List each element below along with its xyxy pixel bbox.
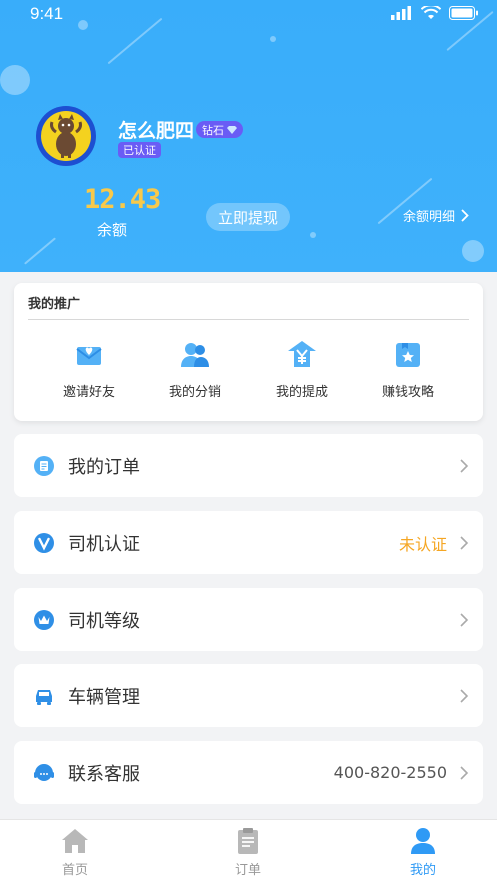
invite-envelope-icon	[76, 347, 102, 365]
tab-orders[interactable]: 订单	[198, 826, 298, 878]
profile-header: 9:41 怎么肥四 钻石 已认证 12.43 余额 立即提现 余额明细	[0, 0, 497, 272]
withdraw-button[interactable]: 立即提现	[206, 203, 290, 231]
tab-label: 我的	[409, 863, 436, 878]
menu-label: 司机认证	[68, 533, 140, 555]
balance-label: 余额	[96, 221, 127, 239]
users-icon	[181, 343, 209, 367]
bottom-tab-bar: 首页 订单 我的	[0, 819, 497, 883]
signal-icon	[391, 6, 411, 20]
decor-dot	[462, 240, 484, 262]
promotion-title: 我的推广	[28, 297, 81, 312]
cert-status-badge: 已认证	[118, 142, 161, 158]
verify-v-icon	[34, 532, 54, 553]
promo-item-label: 我的分销	[168, 385, 221, 400]
promo-item-label: 邀请好友	[62, 385, 115, 400]
promo-item-label: 我的提成	[275, 385, 328, 400]
menu-item-vehicle-management[interactable]: 车辆管理	[14, 664, 483, 727]
decor-dot	[310, 232, 316, 238]
home-icon	[62, 829, 88, 853]
status-bar: 9:41	[0, 0, 497, 30]
chevron-right-icon	[460, 765, 469, 780]
yen-commission-icon	[288, 341, 316, 367]
menu-item-driver-verification[interactable]: 司机认证 未认证	[14, 511, 483, 574]
vip-level-badge: 钻石	[196, 121, 243, 138]
verification-status: 未认证	[398, 534, 447, 554]
vip-level-label: 钻石	[202, 123, 224, 137]
divider	[28, 319, 469, 320]
balance-detail-label: 余额明细	[402, 210, 455, 225]
chevron-right-icon	[460, 458, 469, 473]
crown-level-icon	[34, 609, 54, 630]
promotion-card: 我的推广 邀请好友 我的分销 我的提成 赚钱攻略	[14, 283, 483, 421]
person-icon	[411, 828, 435, 854]
chevron-right-icon	[460, 535, 469, 550]
avatar[interactable]	[36, 106, 96, 166]
balance-amount: 12.43	[84, 184, 161, 215]
promo-item-guide[interactable]: 赚钱攻略	[363, 339, 453, 400]
balance-detail-link[interactable]: 余额明细	[403, 206, 469, 225]
chevron-right-icon	[460, 612, 469, 627]
promo-item-commission[interactable]: 我的提成	[257, 339, 347, 400]
cat-avatar-icon	[50, 114, 82, 158]
star-guide-icon	[396, 343, 420, 367]
decor-line	[24, 237, 56, 265]
status-icons	[391, 6, 479, 20]
avatar-image	[41, 111, 91, 161]
diamond-icon	[227, 125, 237, 134]
username: 怎么肥四	[118, 120, 195, 142]
battery-icon	[449, 6, 478, 20]
menu-item-customer-service[interactable]: 联系客服 400-820-2550	[14, 741, 483, 804]
promo-item-invite[interactable]: 邀请好友	[44, 339, 134, 400]
car-icon	[36, 689, 52, 705]
order-icon	[34, 455, 54, 476]
promo-item-distribution[interactable]: 我的分销	[150, 339, 240, 400]
tab-label: 首页	[61, 863, 88, 878]
wifi-icon	[421, 6, 441, 19]
tab-mine[interactable]: 我的	[373, 826, 473, 878]
status-time: 9:41	[30, 4, 64, 23]
menu-label: 联系客服	[68, 763, 140, 785]
tab-home[interactable]: 首页	[25, 826, 125, 878]
menu-label: 车辆管理	[68, 686, 140, 708]
decor-dot	[0, 65, 30, 95]
clipboard-icon	[238, 828, 258, 854]
decor-dot	[270, 36, 276, 42]
headset-icon	[34, 763, 54, 781]
menu-label: 司机等级	[68, 610, 140, 632]
chevron-right-icon	[460, 688, 469, 703]
menu-item-my-orders[interactable]: 我的订单	[14, 434, 483, 497]
service-phone[interactable]: 400-820-2550	[334, 763, 447, 782]
tab-label: 订单	[234, 863, 261, 878]
menu-item-driver-level[interactable]: 司机等级	[14, 588, 483, 651]
promo-item-label: 赚钱攻略	[381, 385, 434, 400]
chevron-right-icon	[461, 209, 469, 222]
menu-label: 我的订单	[68, 456, 140, 478]
